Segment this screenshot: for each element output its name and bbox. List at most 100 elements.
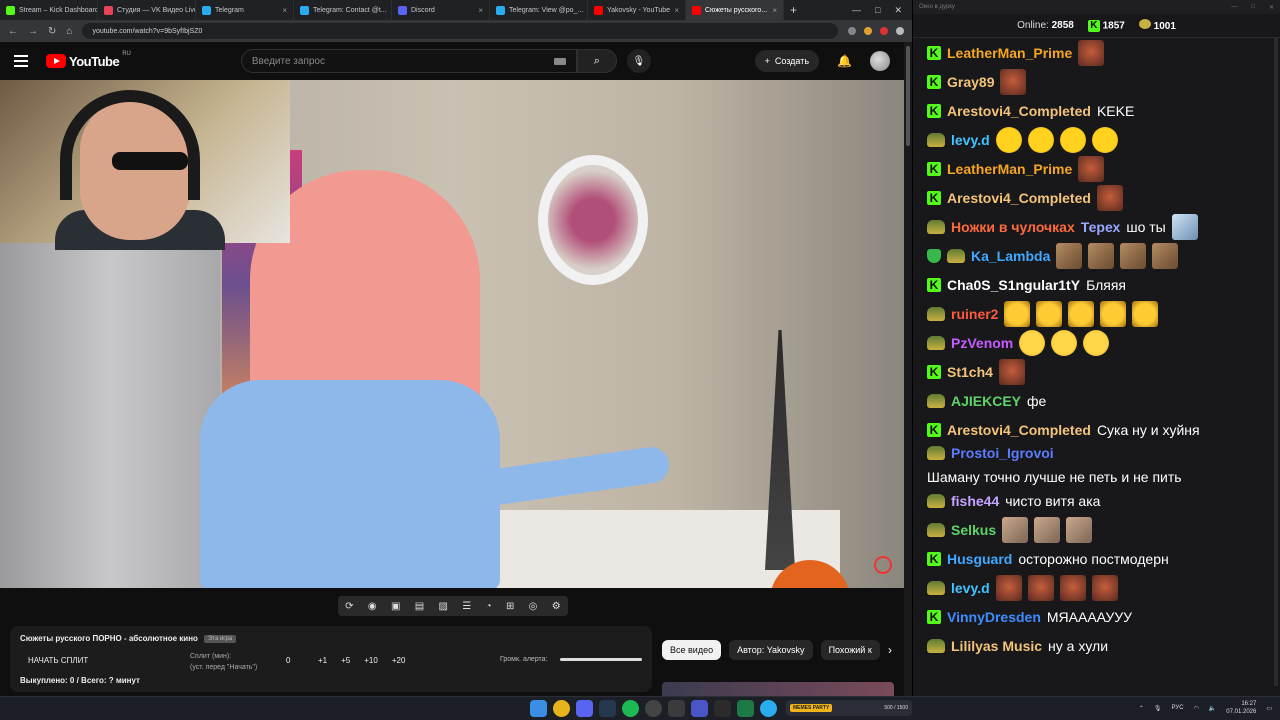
chat-mention[interactable]: Терех <box>1081 218 1121 236</box>
chat-username[interactable]: ruiner2 <box>951 305 998 323</box>
language-indicator[interactable]: РУС <box>1172 705 1184 711</box>
film-icon[interactable]: ▤ <box>415 601 424 612</box>
start-split-button[interactable]: НАЧАТЬ СПЛИТ <box>28 656 88 665</box>
avatar[interactable] <box>870 51 890 71</box>
chat-username[interactable]: Ka_Lambda <box>971 247 1050 265</box>
split-tag-button[interactable]: Эта игра <box>203 634 237 643</box>
back-icon[interactable]: ← <box>8 26 18 37</box>
chat-username[interactable]: Husguard <box>947 550 1012 568</box>
chat-username[interactable]: LeatherMan_Prime <box>947 44 1072 62</box>
browser-tab[interactable]: Telegram × <box>196 0 294 20</box>
settings-gear-icon[interactable]: ⚙ <box>552 601 561 612</box>
chip-author[interactable]: Автор: Yakovsky <box>729 640 813 660</box>
increment-button[interactable]: +1 <box>318 656 327 665</box>
keyboard-icon[interactable] <box>553 57 566 65</box>
chat-username[interactable]: VinnyDresden <box>947 608 1041 626</box>
volume-icon[interactable]: 🔈 <box>1209 705 1216 712</box>
browser-tab[interactable]: Telegram: Contact @t...× <box>294 0 392 20</box>
chat-username[interactable]: levy.d <box>951 579 990 597</box>
terminal-icon[interactable] <box>714 700 731 717</box>
minimize-button[interactable]: — <box>852 5 861 16</box>
browser-tab[interactable]: Yakovsky - YouTube × <box>588 0 686 20</box>
chat-username[interactable]: Ножки в чулочках <box>951 218 1075 236</box>
windows-start-icon[interactable] <box>530 700 547 717</box>
broadcast-icon[interactable]: ◉ <box>368 601 377 612</box>
tab-close-icon[interactable]: × <box>674 6 679 15</box>
voice-search-button[interactable]: 🎙 <box>626 49 651 73</box>
extension-icon[interactable] <box>880 27 888 35</box>
obs-icon[interactable] <box>645 700 662 717</box>
chat-username[interactable]: St1ch4 <box>947 363 993 381</box>
chat-username[interactable]: Arestovi4_Completed <box>947 189 1091 207</box>
url-field[interactable]: youtube.com/watch?v=9bSyfIbjSZ0 <box>82 23 838 39</box>
chat-username[interactable]: Arestovi4_Completed <box>947 421 1091 439</box>
profile-icon[interactable] <box>896 27 904 35</box>
forward-icon[interactable]: → <box>28 26 38 37</box>
recommended-video-thumbnail[interactable] <box>662 682 894 696</box>
chip-all-videos[interactable]: Все видео <box>662 640 722 660</box>
chat-username[interactable]: Lililyas Music <box>951 637 1042 655</box>
picture-icon[interactable]: ▨ <box>439 601 448 612</box>
chat-username[interactable]: AJIEKCEY <box>951 392 1021 410</box>
increment-button[interactable]: +5 <box>341 656 350 665</box>
chevron-up-icon[interactable]: ⌃ <box>1139 705 1144 712</box>
extension-icon[interactable] <box>848 27 856 35</box>
home-icon[interactable]: ⌂ <box>66 26 72 37</box>
chat-message-list[interactable]: K LeatherMan_Prime K Gray89 K Arestovi4_Compl… <box>913 38 1280 688</box>
repeat-icon[interactable]: ⟳ <box>345 601 353 612</box>
alert-volume-slider[interactable] <box>560 658 642 661</box>
tab-close-icon[interactable]: × <box>772 6 777 15</box>
chat-scrollbar[interactable] <box>1274 38 1278 686</box>
browser-tab[interactable]: Discord × <box>392 0 490 20</box>
add-icon[interactable]: ⊞ <box>506 601 514 612</box>
watch-icon[interactable]: ▣ <box>391 601 400 612</box>
media-icon[interactable] <box>691 700 708 717</box>
chat-username[interactable]: Arestovi4_Completed <box>947 102 1091 120</box>
memes-party-widget[interactable]: MEMES PARTY 500 / 1500 <box>786 700 912 716</box>
page-scrollbar[interactable] <box>904 42 912 696</box>
increment-button[interactable]: +10 <box>364 656 378 665</box>
create-button[interactable]: + Создать <box>754 50 820 72</box>
split-minutes-value[interactable]: 0 <box>286 656 290 665</box>
tab-close-icon[interactable]: × <box>282 6 287 15</box>
telegram-icon[interactable] <box>760 700 777 717</box>
chat-username[interactable]: Gray89 <box>947 73 994 91</box>
scrollbar-thumb[interactable] <box>906 46 910 146</box>
chip-similar[interactable]: Похожий к <box>820 640 880 660</box>
clock[interactable]: 16:27 07.01.2026 <box>1226 700 1256 716</box>
wifi-icon[interactable]: ◠ <box>1194 705 1199 712</box>
chat-username[interactable]: PzVenom <box>951 334 1013 352</box>
notifications-bell-icon[interactable]: 🔔 <box>837 54 852 68</box>
search-input[interactable]: Введите запрос <box>240 49 577 73</box>
video-player[interactable] <box>0 80 904 588</box>
chat-username[interactable]: Selkus <box>951 521 996 539</box>
chrome-icon[interactable] <box>553 700 570 717</box>
extension-icon[interactable] <box>864 27 872 35</box>
browser-tab[interactable]: Студия — VK Видео Live× <box>98 0 196 20</box>
notifications-icon[interactable]: ▭ <box>1266 705 1272 712</box>
steam-icon[interactable] <box>599 700 616 717</box>
subtitles-icon[interactable]: ☰ <box>462 601 471 612</box>
screenshot-icon[interactable]: ◎ <box>529 601 538 612</box>
tab-close-icon[interactable]: × <box>478 6 483 15</box>
chat-username[interactable]: LeatherMan_Prime <box>947 160 1072 178</box>
spotify-icon[interactable] <box>622 700 639 717</box>
browser-tab[interactable]: Telegram: View @po_...× <box>490 0 588 20</box>
close-window-button[interactable]: ✕ <box>894 5 902 16</box>
excel-icon[interactable] <box>737 700 754 717</box>
chat-username[interactable]: levy.d <box>951 131 990 149</box>
app-icon[interactable] <box>668 700 685 717</box>
search-button[interactable]: ⌕ <box>576 49 617 73</box>
browser-tab[interactable]: Сюжеты русского... × <box>686 0 784 20</box>
close-window-button[interactable]: ✕ <box>1269 4 1274 11</box>
reload-icon[interactable]: ↻ <box>48 26 56 37</box>
new-tab-button[interactable]: + <box>784 3 803 17</box>
chat-username[interactable]: Cha0S_S1ngular1tY <box>947 276 1080 294</box>
maximize-button[interactable]: □ <box>875 5 880 16</box>
maximize-button[interactable]: □ <box>1251 4 1255 11</box>
speed-icon[interactable]: ◔ <box>486 601 492 612</box>
increment-button[interactable]: +20 <box>392 656 406 665</box>
chat-username[interactable]: Prostoi_Igrovoi <box>951 444 1054 462</box>
minimize-button[interactable]: — <box>1231 4 1237 11</box>
discord-icon[interactable] <box>576 700 593 717</box>
